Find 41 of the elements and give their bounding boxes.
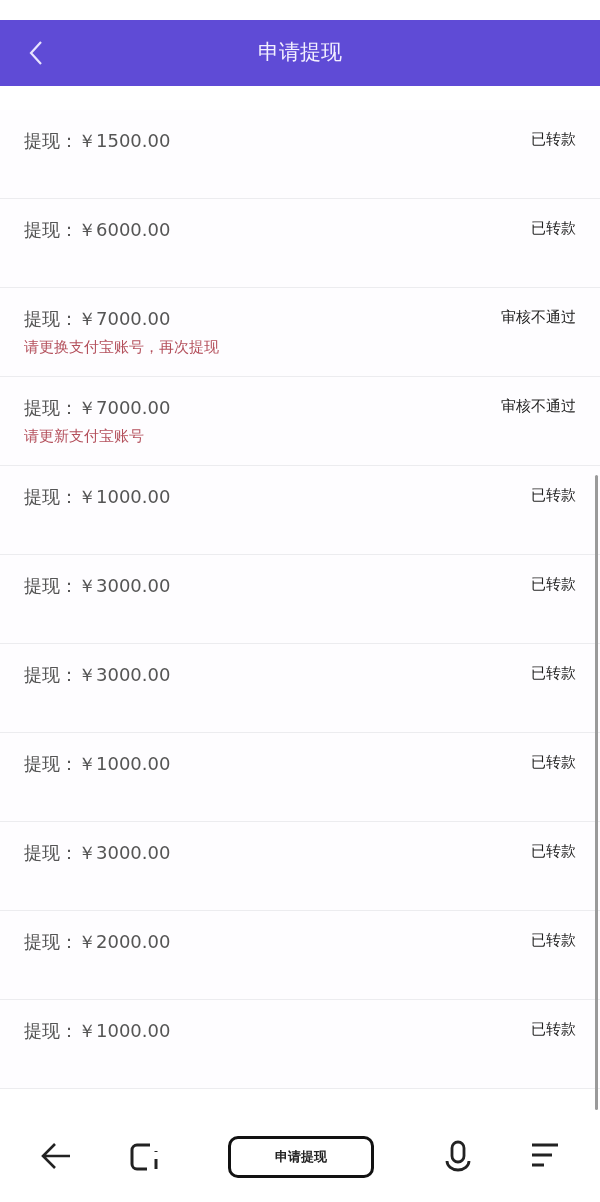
back-icon	[29, 40, 43, 66]
withdraw-label: 提现：	[24, 396, 78, 420]
amount-text: ￥1500.00	[78, 129, 171, 153]
status-text: 已转款	[531, 485, 576, 506]
amount-text: ￥1000.00	[78, 485, 171, 509]
arrow-left-icon	[40, 1141, 72, 1171]
withdraw-label: 提现：	[24, 663, 78, 687]
amount-text: ￥7000.00	[78, 396, 171, 420]
back-arrow-button[interactable]	[40, 1141, 72, 1171]
status-text: 已转款	[531, 574, 576, 595]
withdraw-label: 提现：	[24, 574, 78, 598]
window-button[interactable]	[128, 1141, 160, 1173]
status-text: 已转款	[531, 129, 576, 150]
amount-text: ￥1000.00	[78, 752, 171, 776]
amount-text: ￥2000.00	[78, 930, 171, 954]
withdraw-label: 提现：	[24, 841, 78, 865]
amount-text: ￥6000.00	[78, 218, 171, 242]
withdraw-label: 提现：	[24, 218, 78, 242]
withdraw-label: 提现：	[24, 129, 78, 153]
status-text: 已转款	[531, 841, 576, 862]
withdraw-label: 提现：	[24, 307, 78, 331]
status-text: 已转款	[531, 1019, 576, 1040]
status-text: 已转款	[531, 752, 576, 773]
amount-text: ￥7000.00	[78, 307, 171, 331]
amount-text: ￥3000.00	[78, 841, 171, 865]
withdraw-label: 提现：	[24, 485, 78, 509]
withdraw-label: 提现：	[24, 930, 78, 954]
status-text: 已转款	[531, 663, 576, 684]
rejection-note: 请更新支付宝账号	[24, 426, 145, 447]
amount-text: ￥3000.00	[78, 574, 171, 598]
withdraw-label: 提现：	[24, 752, 78, 776]
rejection-note: 请更换支付宝账号，再次提现	[24, 337, 219, 358]
amount-text: ￥3000.00	[78, 663, 171, 687]
apply-withdraw-pill-button[interactable]: 申请提现	[228, 1136, 374, 1178]
status-text: 审核不通过	[501, 307, 576, 328]
amount-text: ￥1000.00	[78, 1019, 171, 1043]
status-text: 已转款	[531, 218, 576, 239]
status-text: 审核不通过	[501, 396, 576, 417]
withdraw-label: 提现：	[24, 1019, 78, 1043]
status-text: 已转款	[531, 930, 576, 951]
page-title: 申请提现	[258, 39, 342, 67]
